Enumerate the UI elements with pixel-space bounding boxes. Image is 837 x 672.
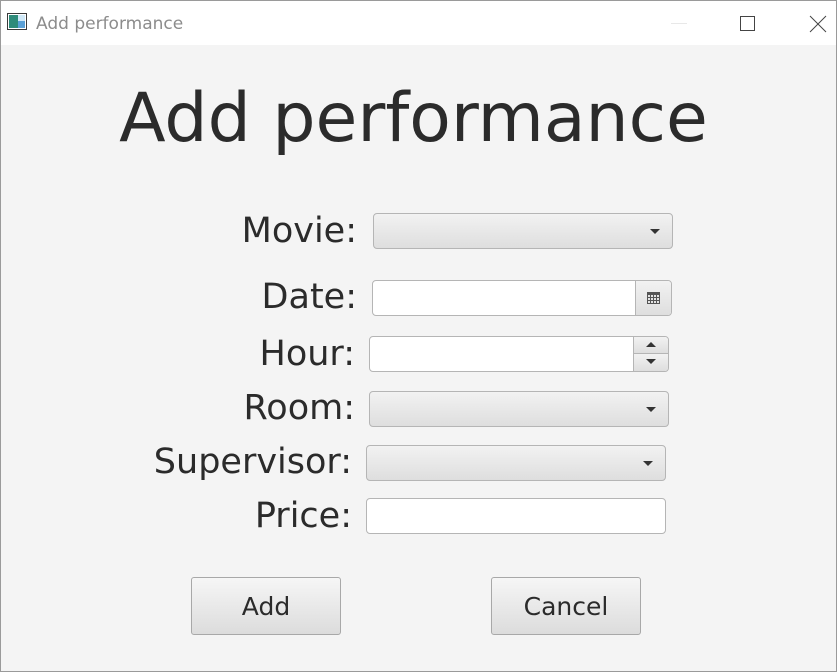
cancel-button[interactable]: Cancel (491, 577, 641, 635)
increment-button[interactable] (633, 337, 668, 354)
maximize-icon (740, 16, 755, 31)
chevron-down-icon (650, 229, 660, 234)
maximize-button[interactable] (724, 1, 770, 45)
close-button[interactable] (794, 1, 836, 45)
window-title: Add performance (36, 14, 184, 34)
calendar-icon (647, 292, 660, 304)
supervisor-combobox[interactable] (366, 445, 666, 481)
price-input[interactable] (366, 498, 666, 534)
date-picker[interactable] (372, 280, 672, 316)
chevron-down-icon (646, 407, 656, 412)
price-label: Price: (254, 496, 352, 536)
date-label: Date: (261, 277, 357, 317)
minimize-icon (671, 23, 687, 24)
chevron-down-icon (646, 359, 656, 364)
decrement-button[interactable] (633, 354, 668, 371)
movie-label: Movie: (241, 211, 357, 251)
page-title: Add performance (119, 79, 708, 158)
date-input[interactable] (373, 281, 635, 315)
room-combobox[interactable] (369, 391, 669, 427)
chevron-up-icon (646, 342, 656, 347)
room-label: Room: (243, 388, 355, 428)
add-performance-window: Add performance Add performance Movie: D… (0, 0, 837, 672)
close-icon (809, 15, 827, 33)
minimize-button[interactable] (656, 1, 702, 45)
hour-spinner[interactable] (369, 336, 669, 372)
supervisor-label: Supervisor: (153, 442, 352, 482)
hour-input[interactable] (370, 337, 632, 371)
title-bar[interactable]: Add performance (1, 1, 836, 45)
movie-combobox[interactable] (373, 213, 673, 249)
app-window-icon (7, 13, 27, 30)
date-picker-button[interactable] (635, 281, 671, 315)
hour-label: Hour: (259, 334, 355, 374)
chevron-down-icon (643, 461, 653, 466)
add-button[interactable]: Add (191, 577, 341, 635)
